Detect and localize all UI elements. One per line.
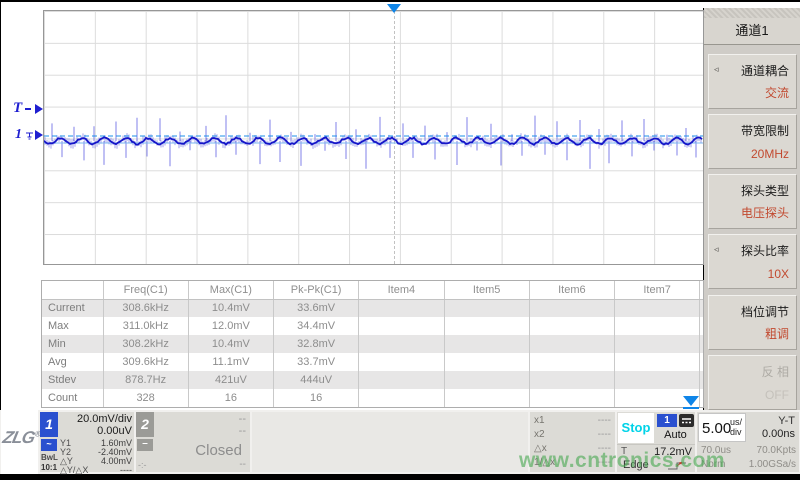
channel1-marker-label: 1 xyxy=(15,127,22,143)
channel1-offset: 0.00uV xyxy=(60,425,132,437)
table-row-min: Min 308.2kHz 10.4mV 32.8mV xyxy=(42,335,704,353)
display-area: T 1 Freq(C1) Max(C1) Pk-Pk(C1) Item4 Ite… xyxy=(1,2,703,410)
table-row-stdev: Stdev 878.7Hz 421uV 444uV xyxy=(42,371,704,389)
channel2-badge: 2 xyxy=(136,412,154,437)
timebase-scale-box: 5.00 us/ div xyxy=(698,413,746,442)
table-row-current: Current 308.6kHz 10.4mV 33.6mV xyxy=(42,299,704,317)
timebase-unit: us/ div xyxy=(730,417,742,437)
acquisition-state: Stop xyxy=(618,413,654,443)
bandwidth-limit-flag: BwL xyxy=(41,453,58,462)
down-arrow-icon xyxy=(683,396,699,406)
menu-item-invert[interactable]: 反 相 OFF xyxy=(708,355,797,410)
menu-item-coupling[interactable]: ◃ 通道耦合 交流 xyxy=(708,54,797,109)
delay-indicator-bar xyxy=(683,407,699,409)
channel2-offset: -- xyxy=(239,425,246,437)
zlg-logo: ZLG® xyxy=(1,428,42,448)
col-header-item4: Item4 xyxy=(359,281,444,299)
col-header-item7: Item7 xyxy=(615,281,700,299)
logo-area: ZLG® xyxy=(1,410,38,474)
table-row-avg: Avg 309.6kHz 11.1mV 33.7mV xyxy=(42,353,704,371)
ac-coupling-icon: ~ xyxy=(41,439,57,451)
channel2-scale: -- xyxy=(239,413,246,425)
channel2-status-block[interactable]: 2 -- -- – Closed -:- -- xyxy=(136,412,250,472)
sidebar-hatch-strip xyxy=(704,8,800,18)
channel-menu-sidebar: 通道1 ◃ 通道耦合 交流 带宽限制 20MHz 探头类型 电压探头 ◃ 探头比… xyxy=(704,8,800,410)
col-header-item6: Item6 xyxy=(529,281,614,299)
table-row-count: Count 328 16 16 xyxy=(42,389,704,407)
trigger-marker-bar xyxy=(25,108,31,110)
ground-icon xyxy=(25,130,34,140)
timebase-scale: 5.00 xyxy=(702,420,731,437)
channel1-waveform xyxy=(44,11,703,264)
channel1-position-marker[interactable]: 1 xyxy=(15,127,43,143)
waveform-graticule xyxy=(43,10,704,265)
trigger-position-marker[interactable] xyxy=(387,4,401,13)
cursor-dydx-value: ---- xyxy=(120,466,132,475)
channel2-status: Closed xyxy=(156,442,242,459)
channel1-badge: 1 xyxy=(40,412,58,437)
channel1-marker-arrow-icon xyxy=(35,130,43,140)
col-header-item5: Item5 xyxy=(444,281,529,299)
col-header-pkpk: Pk-Pk(C1) xyxy=(274,281,359,299)
cursor-dydx-label: △Y/△X xyxy=(60,465,88,475)
channel1-status-block[interactable]: 1 20.0mV/div 0.00uV ~ BwL 10:1 Y1 1.60mV… xyxy=(40,412,134,472)
channel2-extra: -- xyxy=(239,459,246,470)
cursor-x2-value: ---- xyxy=(598,428,611,442)
table-row-max: Max 311.0kHz 12.0mV 34.4mV xyxy=(42,317,704,335)
display-mode: Y-T xyxy=(778,415,795,427)
dc-coupling-icon xyxy=(679,414,694,427)
channel2-coupling-icon: – xyxy=(137,439,153,451)
menu-item-probe-type[interactable]: 探头类型 电压探头 xyxy=(708,174,797,229)
cursor-x1-label: x1 xyxy=(534,415,545,426)
statusbar-blank-area xyxy=(252,412,528,472)
table-header-row: Freq(C1) Max(C1) Pk-Pk(C1) Item4 Item5 I… xyxy=(42,281,704,299)
trigger-delay-value: 0.00ns xyxy=(762,428,795,440)
trigger-level-marker[interactable]: T xyxy=(13,100,43,117)
channel1-scale: 20.0mV/div xyxy=(60,413,132,425)
memory-depth: 70.0Kpts xyxy=(757,444,796,458)
oscilloscope-screen: T 1 Freq(C1) Max(C1) Pk-Pk(C1) Item4 Ite… xyxy=(0,0,800,480)
channel2-ratio: -:- xyxy=(138,460,147,470)
trigger-mode: Auto xyxy=(657,429,694,441)
probe-ratio-flag: 10:1 xyxy=(41,463,57,472)
col-header-blank xyxy=(42,281,103,299)
col-header-max: Max(C1) xyxy=(188,281,273,299)
menu-item-probe-ratio[interactable]: ◃ 探头比率 10X xyxy=(708,234,797,289)
cursor-x2-label: x2 xyxy=(534,429,545,440)
trigger-source-badge: 1 xyxy=(657,414,677,427)
measurement-table: Freq(C1) Max(C1) Pk-Pk(C1) Item4 Item5 I… xyxy=(41,280,704,408)
trigger-delay-indicator[interactable] xyxy=(683,396,699,409)
watermark: www.cntronics.com xyxy=(519,449,725,473)
trigger-marker-arrow-icon xyxy=(35,104,43,114)
menu-title: 通道1 xyxy=(704,18,800,45)
menu-item-bandwidth[interactable]: 带宽限制 20MHz xyxy=(708,114,797,169)
trigger-level-label: T xyxy=(13,100,22,117)
col-header-freq: Freq(C1) xyxy=(103,281,188,299)
menu-item-vernier[interactable]: 档位调节 粗调 xyxy=(708,295,797,350)
sample-rate: 1.00GSa/s xyxy=(749,458,796,472)
cursor-x1-value: ---- xyxy=(598,414,611,428)
